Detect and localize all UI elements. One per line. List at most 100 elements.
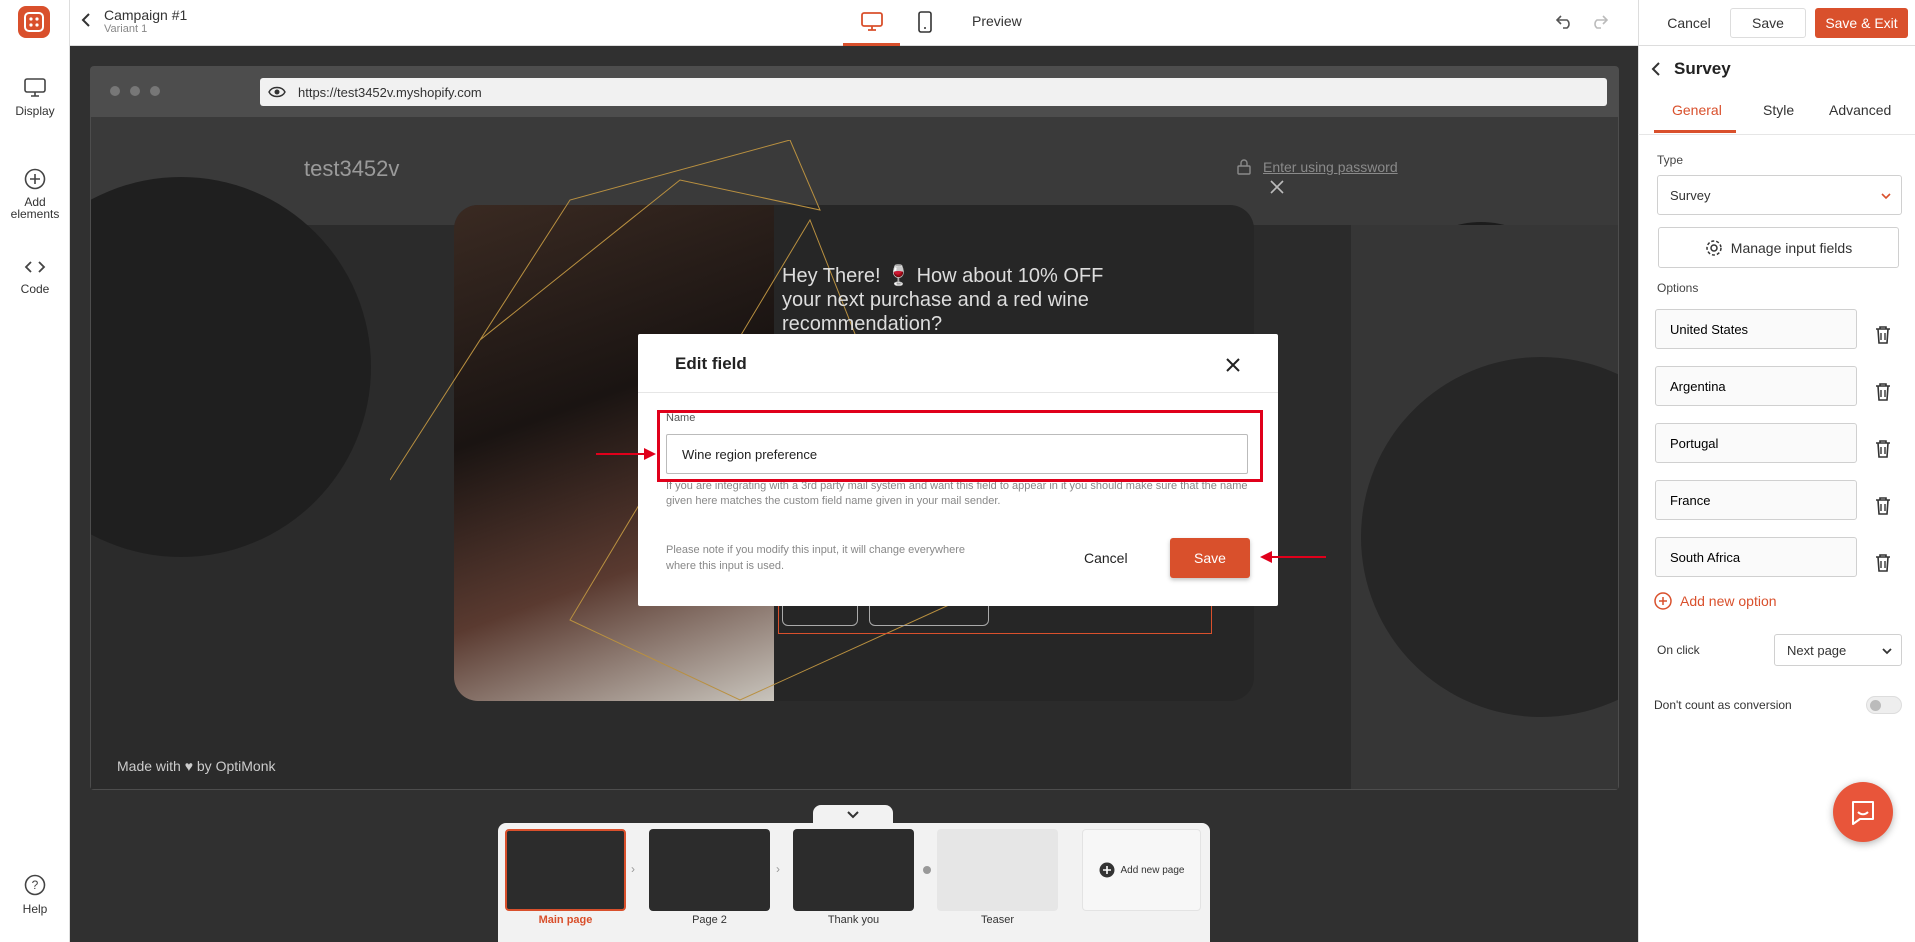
campaign-title: Campaign #1	[104, 7, 188, 23]
code-icon	[24, 261, 46, 273]
eye-icon	[268, 86, 286, 98]
url-bar: https://test3452v.myshopify.com	[260, 78, 1607, 106]
option-input[interactable]	[1655, 480, 1857, 520]
page-thumb-page-2[interactable]	[649, 829, 770, 911]
redo-icon[interactable]	[1590, 13, 1609, 34]
panel-back-icon[interactable]	[1650, 61, 1662, 82]
options-label: Options	[1657, 281, 1699, 295]
plus-circle-icon	[24, 168, 46, 190]
separator-dot	[923, 866, 931, 874]
sidebar-item-label: Display	[15, 104, 55, 118]
manage-input-fields-button[interactable]: Manage input fields	[1658, 227, 1899, 268]
plus-circle-icon	[1654, 592, 1672, 610]
page-thumb-teaser[interactable]	[937, 829, 1058, 911]
tab-general[interactable]: General	[1672, 102, 1722, 118]
modification-note: Please note if you modify this input, it…	[666, 544, 965, 572]
chevron-right-icon: ›	[776, 862, 780, 876]
sidebar-item-code[interactable]: Code	[0, 258, 70, 296]
left-sidebar: Display Add elements Code ? Help	[0, 0, 70, 942]
on-click-select-value: Next page	[1787, 642, 1847, 658]
trash-icon[interactable]	[1874, 553, 1892, 573]
url-text: https://test3452v.myshopify.com	[298, 84, 482, 100]
window-dot	[150, 86, 160, 96]
option-input[interactable]	[1655, 423, 1857, 463]
toggle-knob	[1870, 700, 1881, 711]
modal-close-icon[interactable]	[1220, 352, 1246, 378]
no-conversion-label: Don't count as conversion	[1654, 698, 1792, 712]
active-tab-indicator	[1654, 130, 1736, 133]
tab-style[interactable]: Style	[1763, 102, 1794, 118]
chevron-right-icon: ›	[631, 862, 635, 876]
window-dot	[110, 86, 120, 96]
tab-advanced[interactable]: Advanced	[1829, 102, 1891, 118]
svg-text:?: ?	[32, 878, 39, 892]
modal-title: Edit field	[675, 354, 747, 373]
add-new-page-button[interactable]: Add new page	[1082, 829, 1201, 911]
manage-input-fields-label: Manage input fields	[1730, 239, 1853, 256]
sidebar-item-label: Add elements	[10, 195, 60, 221]
lock-icon	[1237, 159, 1251, 175]
sidebar-item-display[interactable]: Display	[0, 78, 70, 118]
chat-icon	[1852, 801, 1874, 825]
add-new-page-label: Add new page	[1120, 864, 1185, 876]
divider	[1638, 0, 1639, 46]
chat-support-button[interactable]	[1833, 782, 1893, 842]
trash-icon[interactable]	[1874, 439, 1892, 459]
type-label: Type	[1657, 153, 1684, 167]
chevron-down-icon	[847, 811, 859, 819]
modal-cancel-button[interactable]: Cancel	[1084, 550, 1128, 566]
type-select-value: Survey	[1670, 187, 1711, 203]
help-label: Help	[22, 902, 48, 916]
annotation-arrow-icon	[596, 448, 656, 460]
on-click-select[interactable]: Next page	[1774, 634, 1902, 666]
cancel-button[interactable]: Cancel	[1650, 8, 1728, 38]
variant-label: Variant 1	[104, 23, 148, 35]
on-click-label: On click	[1657, 643, 1700, 657]
help-icon: ?	[24, 874, 46, 896]
page-thumb-thank-you[interactable]	[793, 829, 914, 911]
option-input[interactable]	[1655, 309, 1857, 349]
popup-close-icon[interactable]	[1262, 172, 1292, 202]
type-select[interactable]: Survey	[1657, 175, 1902, 215]
sidebar-item-add-elements[interactable]: Add elements	[0, 168, 70, 220]
desktop-icon	[861, 12, 883, 31]
trash-icon[interactable]	[1874, 496, 1892, 516]
window-dot	[130, 86, 140, 96]
add-new-option-button[interactable]: Add new option	[1654, 592, 1777, 610]
option-input[interactable]	[1655, 366, 1857, 406]
add-new-option-label: Add new option	[1680, 593, 1777, 609]
modal-save-button[interactable]: Save	[1170, 538, 1250, 578]
optimonk-logo-icon[interactable]	[18, 6, 50, 38]
trash-icon[interactable]	[1874, 382, 1892, 402]
panel-title: Survey	[1674, 59, 1731, 78]
trash-icon[interactable]	[1874, 325, 1892, 345]
footer-credit: Made with ♥ by OptiMonk	[117, 758, 276, 774]
collapse-pages-button[interactable]	[813, 805, 893, 825]
divider	[1638, 134, 1915, 135]
back-arrow-icon[interactable]	[80, 12, 94, 33]
save-exit-button[interactable]: Save & Exit	[1815, 8, 1908, 38]
annotation-highlight-box	[657, 410, 1263, 482]
popup-headline: Hey There! 🍷 How about 10% OFF your next…	[782, 265, 1104, 335]
page-thumb-main[interactable]	[505, 829, 626, 911]
page-label: Teaser	[980, 914, 1015, 926]
desktop-view-button[interactable]	[843, 0, 900, 46]
chevron-down-icon	[1881, 193, 1891, 200]
save-button[interactable]: Save	[1730, 8, 1806, 38]
annotation-arrow-icon	[1260, 551, 1326, 563]
undo-icon[interactable]	[1555, 13, 1574, 34]
mobile-view-button[interactable]	[918, 11, 932, 38]
chevron-down-icon	[1882, 648, 1892, 655]
integration-help-text: If you are integrating with a 3rd party …	[666, 480, 1248, 507]
store-name: test3452v	[304, 156, 400, 181]
sidebar-item-help[interactable]: ? Help	[0, 874, 70, 916]
gear-icon	[1706, 239, 1722, 256]
option-input[interactable]	[1655, 537, 1857, 577]
page-label: Page 2	[692, 914, 727, 926]
mobile-icon	[918, 11, 932, 33]
plus-circle-icon	[1099, 862, 1115, 878]
divider	[638, 392, 1278, 393]
preview-button[interactable]: Preview	[972, 13, 1022, 29]
no-conversion-toggle[interactable]	[1866, 696, 1902, 714]
sidebar-item-label: Code	[20, 282, 50, 296]
